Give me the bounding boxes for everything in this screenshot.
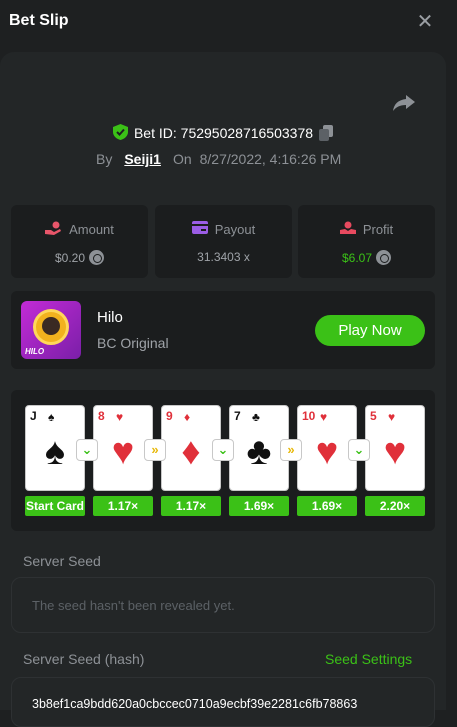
bet-author-row: By Seiji1 On 8/27/2022, 4:16:26 PM <box>96 149 341 169</box>
thumb-label: HILO <box>25 347 45 356</box>
card-multiplier: 1.17× <box>161 496 221 516</box>
amount-card: Amount $0.20 <box>11 205 148 278</box>
header: Bet Slip ✕ <box>0 0 457 44</box>
server-seed-placeholder: The seed hasn't been revealed yet. <box>32 598 235 613</box>
amount-value: $0.20 <box>54 250 86 265</box>
card-multiplier: Start Card <box>25 496 85 516</box>
close-icon[interactable]: ✕ <box>414 11 436 33</box>
card-suit-small: ♥ <box>320 410 328 424</box>
card-multiplier: 2.20× <box>365 496 425 516</box>
card-icon <box>191 221 208 237</box>
lower-arrow-icon: ⌄ <box>348 439 370 461</box>
card-multiplier: 1.17× <box>93 496 153 516</box>
game-name: Hilo <box>97 309 123 326</box>
shield-check-icon <box>112 123 128 143</box>
skip-arrow-icon: » <box>144 439 166 461</box>
skip-arrow-icon: » <box>280 439 302 461</box>
payout-card: Payout 31.3403 x <box>155 205 292 278</box>
user-link[interactable]: Seiji1 <box>124 151 161 167</box>
card-rank: 8 <box>98 409 105 423</box>
profit-label: Profit <box>362 222 394 237</box>
card-rank: J <box>30 409 37 423</box>
by-label: By <box>96 151 113 167</box>
card-rank: 9 <box>166 409 173 423</box>
play-now-button[interactable]: Play Now <box>315 315 425 346</box>
coin-icon <box>376 250 392 265</box>
server-seed-hash-label: Server Seed (hash) <box>23 651 145 667</box>
payout-value: 31.3403 x <box>197 250 250 264</box>
bet-id-row: Bet ID: 75295028716503378 <box>0 122 446 144</box>
game-thumbnail[interactable]: HILO <box>21 301 81 359</box>
game-card: HILO Hilo BC Original Play Now <box>11 291 435 369</box>
profit-icon <box>339 221 356 238</box>
profit-card: Profit $6.07 <box>298 205 435 278</box>
copy-icon[interactable] <box>319 125 334 141</box>
hand-coins-icon <box>45 221 62 238</box>
card-suit-small: ♥ <box>388 410 396 424</box>
card-suit-small: ♥ <box>116 410 124 424</box>
share-icon[interactable] <box>391 93 417 113</box>
card-multiplier: 1.69× <box>297 496 357 516</box>
on-label: On <box>172 151 192 167</box>
card-multiplier: 1.69× <box>229 496 289 516</box>
server-seed-field[interactable]: The seed hasn't been revealed yet. <box>11 577 435 633</box>
bet-id: Bet ID: 75295028716503378 <box>133 125 314 141</box>
seed-settings-link[interactable]: Seed Settings <box>325 651 412 667</box>
card-suit-small: ♦ <box>184 410 191 424</box>
lower-arrow-icon: ⌄ <box>76 439 98 461</box>
playing-card: 5 ♥ ♥ <box>365 405 425 491</box>
payout-label: Payout <box>214 221 256 237</box>
server-seed-hash-field[interactable]: 3b8ef1ca9bdd620a0cbccec0710a9ecbf39e2281… <box>11 677 435 727</box>
amount-label: Amount <box>69 222 114 237</box>
server-seed-hash: 3b8ef1ca9bdd620a0cbccec0710a9ecbf39e2281… <box>32 697 358 711</box>
card-rank: 10 <box>302 409 316 423</box>
card-suit-small: ♣ <box>252 410 260 424</box>
page-title: Bet Slip <box>9 12 69 29</box>
bet-date: 8/27/2022, 4:16:26 PM <box>199 151 342 167</box>
game-subtitle: BC Original <box>97 335 169 351</box>
coin-icon <box>89 250 105 265</box>
card-history: J ♠ ♠ Start Card 8 ♥ ♥ ⌄ 1.17× 9 ♦ ♦» 1.17× 7 ♣ ♣ ⌄ 1.69×… <box>11 390 435 531</box>
server-seed-label: Server Seed <box>23 553 101 569</box>
card-rank: 7 <box>234 409 241 423</box>
card-rank: 5 <box>370 409 377 423</box>
profit-value: $6.07 <box>341 250 373 265</box>
thumb-character <box>42 317 60 335</box>
card-suit-icon: ♥ <box>383 431 407 473</box>
card-suit-small: ♠ <box>48 410 55 424</box>
lower-arrow-icon: ⌄ <box>212 439 234 461</box>
